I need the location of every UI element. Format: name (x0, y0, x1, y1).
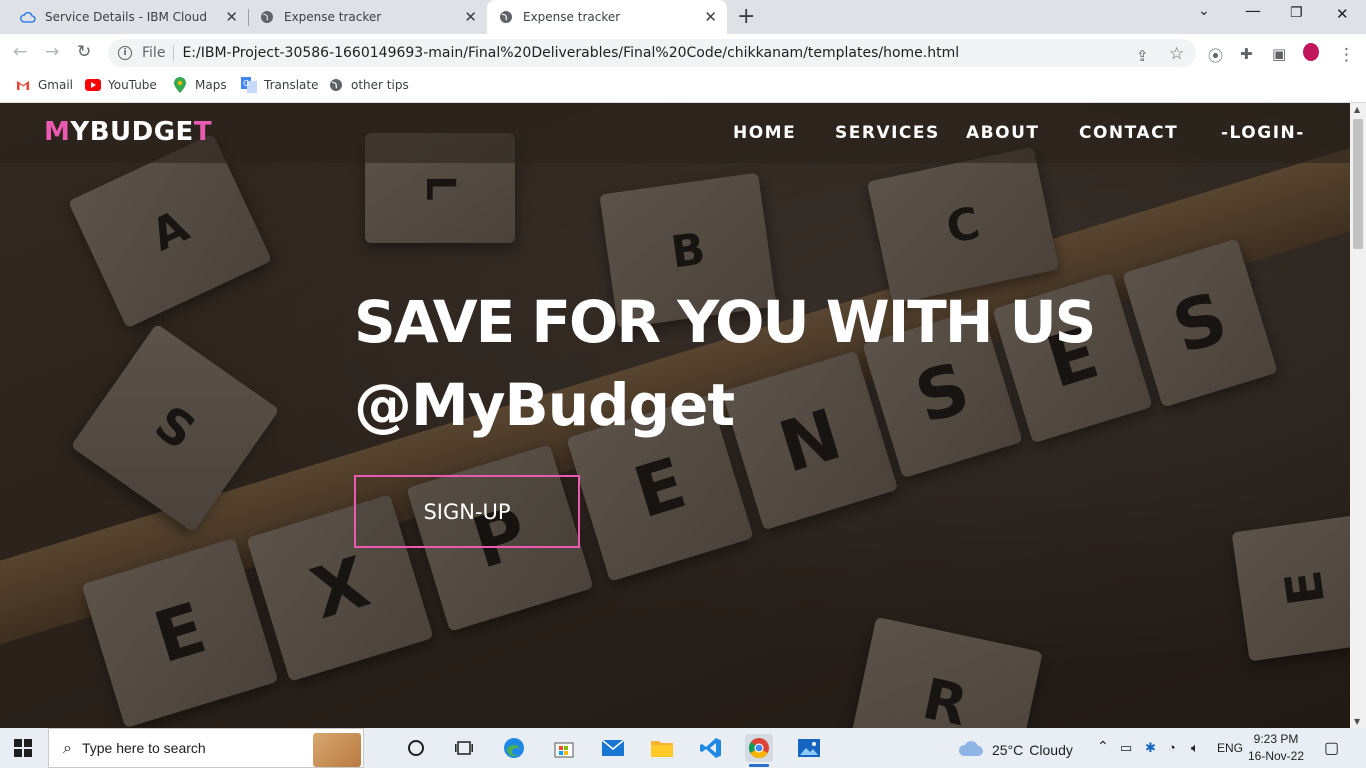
show-hidden-icons-chevron-icon[interactable]: ⌃ (1097, 738, 1109, 755)
globe-icon (498, 9, 514, 25)
scroll-up-arrow-icon[interactable]: ▲ (1354, 105, 1360, 114)
site-navbar: MYBUDGET HOME SERVICES ABOUT CONTACT -LO… (0, 103, 1350, 163)
menu-icon[interactable]: ⋮ (1338, 45, 1355, 65)
bookmark-star-icon[interactable]: ☆ (1169, 44, 1184, 64)
chrome-icon[interactable] (745, 734, 773, 767)
nav-about[interactable]: ABOUT (966, 123, 1039, 143)
nav-home[interactable]: HOME (733, 123, 796, 143)
wifi-icon[interactable]: ◔ (1168, 740, 1176, 755)
info-icon[interactable]: i (118, 46, 132, 60)
tab-expense-tracker-active[interactable]: Expense tracker ✕ (487, 0, 727, 34)
youtube-icon (85, 77, 101, 93)
edge-icon[interactable] (500, 734, 528, 762)
windows-start-icon[interactable] (14, 739, 32, 757)
url-text[interactable]: E:/IBM-Project-30586-1660149693-main/Fin… (182, 45, 959, 61)
maps-icon (172, 77, 188, 93)
page-scrollbar[interactable]: ▲ ▼ (1350, 103, 1366, 728)
browser-toolbar: ← → ↻ i File E:/IBM-Project-30586-166014… (0, 34, 1366, 71)
tab-title: Expense tracker (284, 10, 382, 24)
nav-login[interactable]: -LOGIN- (1221, 123, 1305, 143)
browser-tab-strip: Service Details - IBM Cloud ✕ Expense tr… (0, 0, 1366, 34)
svg-text:G: G (243, 79, 249, 88)
reload-button[interactable]: ↻ (77, 42, 91, 62)
bookmark-translate[interactable]: G Translate (241, 77, 319, 93)
microsoft-store-icon[interactable] (550, 734, 578, 762)
taskbar-clock[interactable]: 9:23 PM 16-Nov-22 (1248, 731, 1304, 765)
url-scheme: File (142, 45, 166, 61)
nav-contact[interactable]: CONTACT (1079, 123, 1178, 143)
bookmark-maps[interactable]: Maps (172, 77, 227, 93)
search-highlight-image (313, 733, 361, 767)
nav-services[interactable]: SERVICES (835, 123, 940, 143)
close-icon[interactable]: ✕ (704, 9, 717, 25)
side-panel-icon[interactable]: ▣ (1272, 45, 1286, 63)
volume-icon[interactable]: 🔈︎ (1191, 740, 1199, 756)
file-explorer-icon[interactable] (648, 734, 676, 762)
search-placeholder: Type here to search (81, 740, 206, 756)
clock-date: 16-Nov-22 (1248, 749, 1305, 763)
bookmarks-bar: Gmail YouTube Maps G Translate other tip… (0, 71, 1366, 103)
translate-icon: G (241, 77, 257, 93)
bookmark-other-tips[interactable]: other tips (328, 77, 409, 93)
task-view-icon[interactable] (450, 734, 478, 762)
bookmark-label: Maps (195, 78, 227, 92)
cloud-icon (958, 739, 984, 760)
vscode-icon[interactable] (697, 734, 725, 762)
minimize-button[interactable]: — (1245, 1, 1261, 20)
tab-ibm-cloud[interactable]: Service Details - IBM Cloud ✕ (8, 0, 248, 34)
language-indicator[interactable]: ENG (1217, 741, 1243, 755)
bookmark-label: Gmail (38, 78, 74, 92)
bookmark-label: YouTube (108, 78, 157, 92)
windows-taskbar: ⌕ Type here to search 25°C Cloudy ⌃ ▭ ✱ … (0, 728, 1366, 768)
bluetooth-icon[interactable]: ✱ (1145, 740, 1156, 756)
photos-icon[interactable] (795, 734, 823, 762)
record-icon[interactable]: ⦿ (1208, 45, 1223, 66)
tab-title: Expense tracker (523, 10, 621, 24)
window-close-button[interactable]: ✕ (1336, 5, 1349, 23)
weather-widget[interactable]: 25°C Cloudy (958, 739, 1073, 760)
forward-button[interactable]: → (45, 42, 59, 62)
bookmark-label: Translate (264, 78, 319, 92)
cortana-icon[interactable] (402, 734, 430, 762)
address-bar[interactable]: i File E:/IBM-Project-30586-1660149693-m… (108, 39, 1196, 67)
battery-icon[interactable]: ▭ (1120, 740, 1132, 756)
tab-title: Service Details - IBM Cloud (45, 10, 207, 24)
weather-condition: Cloudy (1029, 741, 1073, 758)
site-logo[interactable]: MYBUDGET (44, 117, 212, 147)
new-tab-button[interactable]: + (737, 4, 755, 29)
back-button[interactable]: ← (13, 42, 27, 62)
close-icon[interactable]: ✕ (225, 9, 238, 25)
extensions-icon[interactable]: ✚ (1240, 45, 1253, 63)
taskbar-search-box[interactable]: ⌕ Type here to search (48, 728, 364, 768)
hero-heading: SAVE FOR YOU WITH US (354, 288, 1096, 356)
bookmark-youtube[interactable]: YouTube (85, 77, 157, 93)
globe-icon (259, 9, 275, 25)
tab-search-chevron-icon[interactable]: ⌄ (1198, 3, 1210, 19)
clock-time: 9:23 PM (1253, 732, 1299, 746)
hero-subheading: @MyBudget (354, 371, 735, 439)
close-icon[interactable]: ✕ (464, 9, 477, 25)
signup-button[interactable]: SIGN-UP (354, 475, 580, 548)
bookmark-gmail[interactable]: Gmail (15, 77, 73, 93)
mail-icon[interactable] (599, 734, 627, 762)
share-icon[interactable]: ⇪ (1136, 47, 1149, 65)
tab-expense-tracker-1[interactable]: Expense tracker ✕ (249, 0, 487, 34)
search-icon: ⌕ (63, 738, 72, 757)
page-viewport: A L B C S E X P E N S E S R E MYBUDGET H… (0, 103, 1350, 728)
profile-avatar[interactable] (1303, 43, 1319, 61)
notifications-icon[interactable]: ▢ (1324, 738, 1339, 758)
url-divider (173, 45, 175, 61)
weather-temp: 25°C (992, 741, 1024, 758)
globe-icon (328, 77, 344, 93)
scrollbar-thumb[interactable] (1353, 119, 1363, 249)
cloud-icon (20, 9, 36, 25)
restore-button[interactable]: ❐ (1290, 5, 1303, 21)
scroll-down-arrow-icon[interactable]: ▼ (1354, 717, 1360, 726)
bookmark-label: other tips (351, 78, 409, 92)
gmail-icon (15, 77, 31, 93)
